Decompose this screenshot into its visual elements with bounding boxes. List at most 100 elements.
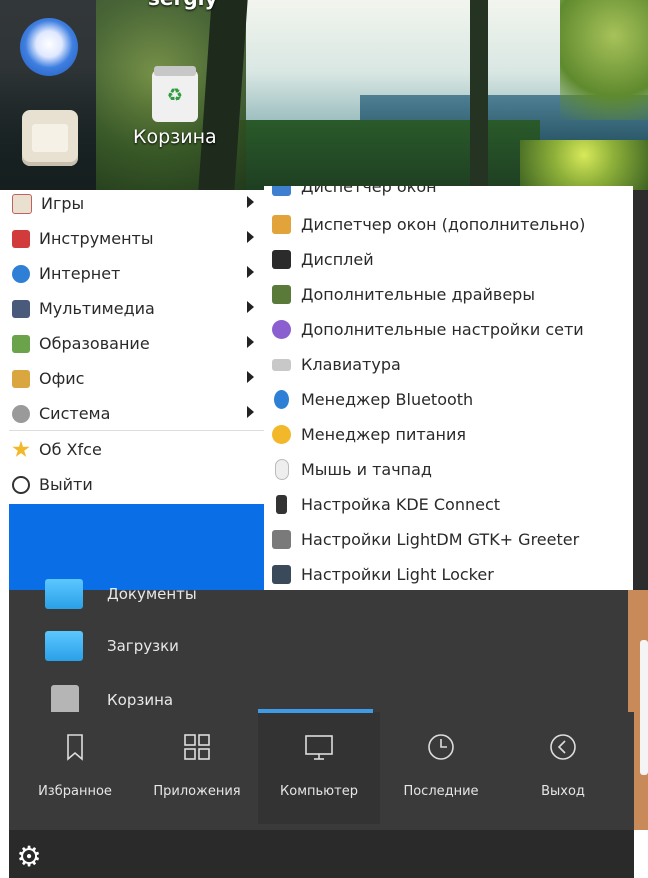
wallpaper-trunk (470, 0, 488, 190)
tab-exit[interactable]: Выход (502, 712, 624, 824)
tab-applications[interactable]: Приложения (136, 712, 258, 824)
mouse-icon (275, 459, 289, 480)
star-icon (12, 440, 30, 457)
menu-item-label: Инструменты (39, 229, 154, 248)
chevron-right-icon (247, 266, 254, 278)
submenu-item-kde-connect[interactable]: Настройка KDE Connect (272, 487, 500, 522)
submenu-item-lightdm[interactable]: Настройки LightDM GTK+ Greeter (272, 522, 579, 557)
submenu-item-bluetooth[interactable]: Менеджер Bluetooth (272, 382, 473, 417)
settings-gear-icon[interactable]: ⚙ (14, 842, 44, 872)
tools-icon (12, 229, 30, 248)
launcher-tabs: Избранное Приложения Компьютер Последние… (9, 712, 634, 830)
menu-item-office[interactable]: Офис (9, 361, 264, 396)
chevron-right-icon (247, 231, 254, 243)
clock-icon (428, 734, 454, 760)
tab-label: Последние (403, 784, 479, 799)
submenu-item-label: Клавиатура (301, 355, 401, 374)
submenu-item-label: Дополнительные настройки сети (301, 320, 584, 339)
desktop-username: sergiy (148, 0, 218, 10)
submenu-item-label: Менеджер питания (301, 425, 466, 444)
submenu-item-window-manager[interactable]: Диспетчер окон (272, 186, 437, 204)
menu-item-label: Об Xfce (39, 440, 102, 459)
submenu-item-power-manager[interactable]: Менеджер питания (272, 417, 466, 452)
menu-item-label: Мультимедиа (39, 299, 155, 318)
network-settings-icon (272, 320, 291, 339)
drivers-icon (272, 285, 291, 304)
submenu-item-mouse[interactable]: Мышь и тачпад (272, 452, 432, 487)
submenu-item-keyboard[interactable]: Клавиатура (272, 347, 401, 382)
submenu-item-drivers[interactable]: Дополнительные драйверы (272, 277, 535, 312)
menu-categories: Игры Инструменты Интернет Мультимедиа Об… (9, 190, 264, 506)
left-border (0, 190, 9, 878)
monitor-icon (305, 735, 333, 760)
system-icon (12, 404, 30, 423)
lightdm-icon (272, 530, 291, 549)
settings-submenu: Диспетчер окон Диспетчер окон (дополните… (264, 186, 633, 590)
kde-connect-icon (276, 495, 287, 514)
submenu-item-label: Настройка KDE Connect (301, 495, 501, 514)
background-window-panel (640, 640, 648, 775)
menu-item-logout[interactable]: Выйти (9, 467, 264, 502)
menu-separator (9, 430, 264, 431)
submenu-item-label: Дополнительные драйверы (301, 285, 535, 304)
place-downloads[interactable]: Загрузки (45, 626, 179, 666)
menu-item-label: Система (39, 404, 111, 423)
place-documents[interactable]: Документы (45, 574, 197, 614)
games-icon (12, 193, 32, 214)
menu-item-multimedia[interactable]: Мультимедиа (9, 291, 264, 326)
back-circle-icon (550, 734, 576, 760)
bluetooth-icon (274, 390, 289, 409)
submenu-item-label: Диспетчер окон (дополнительно) (301, 215, 586, 234)
thunderbird-icon[interactable] (20, 18, 78, 76)
place-label: Документы (107, 585, 197, 603)
place-label: Загрузки (107, 637, 179, 655)
menu-item-education[interactable]: Образование (9, 326, 264, 361)
menu-item-tools[interactable]: Инструменты (9, 221, 264, 256)
tab-label: Компьютер (280, 784, 358, 799)
menu-item-about[interactable]: Об Xfce (9, 432, 264, 467)
menu-item-label: Образование (39, 334, 150, 353)
submenu-item-label: Диспетчер окон (301, 186, 437, 196)
globe-icon (12, 264, 30, 283)
menu-item-label: Выйти (39, 475, 93, 494)
chevron-right-icon (247, 336, 254, 348)
menu-item-games[interactable]: Игры (9, 186, 264, 221)
menu-item-label: Игры (41, 194, 85, 213)
apps-grid-icon (184, 734, 210, 760)
desktop-trash-icon[interactable]: ♻ (152, 66, 198, 122)
submenu-item-label: Настройки Light Locker (301, 565, 494, 584)
menu-item-system[interactable]: Система (9, 396, 264, 431)
documents-folder-icon (45, 579, 83, 609)
trash-icon (51, 685, 79, 715)
submenu-item-light-locker[interactable]: Настройки Light Locker (272, 557, 494, 590)
submenu-item-label: Менеджер Bluetooth (301, 390, 474, 409)
bookmark-icon (67, 734, 83, 761)
window-manager-icon (272, 186, 291, 196)
file-manager-icon[interactable] (22, 110, 78, 166)
tab-label: Избранное (38, 784, 112, 799)
submenu-item-label: Дисплей (301, 250, 374, 269)
submenu-item-display[interactable]: Дисплей (272, 242, 374, 277)
menu-item-label: Офис (39, 369, 85, 388)
display-icon (272, 250, 291, 269)
desktop-wallpaper (0, 0, 648, 190)
tab-label: Выход (541, 784, 585, 799)
chevron-right-icon (247, 196, 254, 208)
multimedia-icon (12, 299, 30, 318)
submenu-item-network-settings[interactable]: Дополнительные настройки сети (272, 312, 584, 347)
right-border (634, 830, 648, 878)
submenu-item-label: Настройки LightDM GTK+ Greeter (301, 530, 580, 549)
tab-computer[interactable]: Компьютер (258, 712, 380, 824)
tab-favorites[interactable]: Избранное (14, 712, 136, 824)
window-manager-advanced-icon (272, 215, 291, 234)
menu-item-internet[interactable]: Интернет (9, 256, 264, 291)
desktop-trash-label[interactable]: Корзина (133, 126, 217, 148)
office-icon (12, 369, 30, 388)
power-manager-icon (272, 425, 291, 444)
submenu-item-window-manager-advanced[interactable]: Диспетчер окон (дополнительно) (272, 207, 585, 242)
tab-recent[interactable]: Последние (380, 712, 502, 824)
place-label: Корзина (107, 691, 174, 709)
wallpaper-ground (240, 120, 540, 190)
keyboard-icon (272, 358, 291, 371)
power-icon (12, 475, 30, 494)
